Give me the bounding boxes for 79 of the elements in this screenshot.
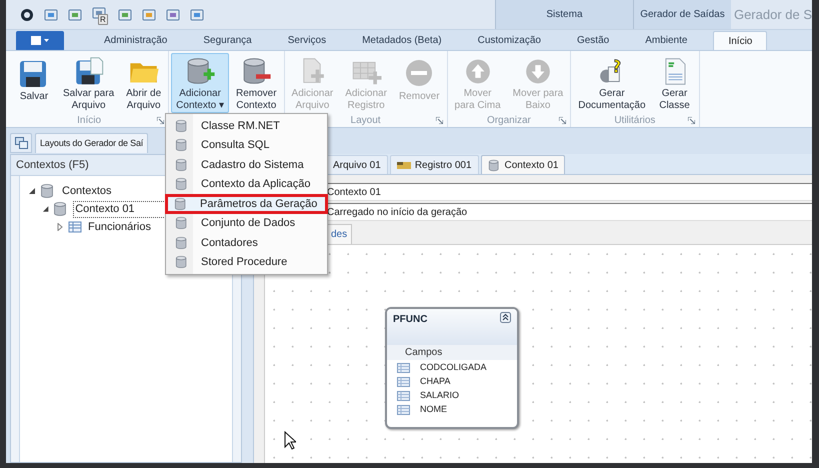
field-icon [397,391,410,401]
table-icon [68,220,82,234]
tree-item[interactable]: Contextos [60,182,117,200]
menu-item[interactable]: Stored Procedure [166,252,327,272]
entity-field: NOME [420,403,447,417]
field-icon [397,405,410,415]
ribbon-tab[interactable]: Metadados (Beta) [348,31,456,50]
record-icon [396,160,411,170]
ribbon-button[interactable]: Adicionar Contexto ▾ [171,53,229,113]
menu-item[interactable]: Parâmetros da Geração [165,194,328,214]
ribbon-group-label: Início [77,115,102,126]
database-icon [175,138,189,152]
editor-tab[interactable]: Registro 001 [390,155,479,174]
field-icon [397,377,410,387]
ribbon-tab[interactable]: Customização [464,31,555,50]
window-title: Gerador de S [732,6,812,24]
toolbar-icon[interactable] [190,8,204,22]
ribbon-tab[interactable]: Ambiente [631,31,702,50]
sub-tab[interactable]: des [326,224,352,244]
dialog-launcher-icon[interactable] [559,117,566,124]
database-icon [175,216,189,230]
dialog-launcher-icon[interactable] [436,117,443,124]
collapse-arrow-icon[interactable] [28,187,36,195]
windows-icon [14,137,28,149]
entity-card[interactable]: PFUNC Campos CODCOLIGADA CHAPA SALARIO NOME [385,307,519,429]
ribbon-tab[interactable]: Segurança [189,31,266,50]
mouse-cursor-icon [284,431,296,450]
database-icon [174,196,188,211]
ribbon-group-label: Layout [350,115,381,126]
menu-item[interactable]: Contadores [166,233,327,252]
entity-title: PFUNC [393,313,428,327]
field-icon [397,363,410,373]
entity-field: CHAPA [420,375,450,389]
ribbon-group-label: Utilitários [614,115,656,126]
database-icon [40,183,56,199]
ribbon-button[interactable]: Gerar Documentação [573,53,651,113]
database-icon [175,177,189,192]
tree-item[interactable]: Funcionários [86,218,156,236]
entity-field: SALARIO [420,389,460,403]
entity-field: CODCOLIGADA [420,361,487,375]
ribbon-button[interactable]: Abrir de Arquivo [121,53,166,113]
database-icon [175,236,189,250]
document-tab[interactable]: Layouts do Gerador de Saí [35,133,148,153]
menu-item[interactable]: Consulta SQL [166,136,327,155]
ribbon-tab[interactable]: Administração [90,31,182,50]
toolbar-icon[interactable] [44,8,58,22]
ribbon-tab[interactable]: Gestão [562,31,624,50]
database-icon [175,158,189,172]
editor-tab[interactable]: Arquivo 01 [326,155,388,174]
ribbon-tab[interactable]: Serviços [274,31,340,50]
dialog-launcher-icon[interactable] [688,117,695,124]
toolbar-badge: R [98,14,108,24]
ribbon-button[interactable]: Remover Contexto [230,53,282,113]
ribbon-button[interactable]: Salvar para Arquivo [58,53,120,113]
windows-button[interactable] [10,133,32,153]
menu-icon [31,36,49,45]
database-icon [175,255,189,270]
editor-tab[interactable]: Contexto 01 [480,155,566,174]
collapse-icon[interactable] [500,312,511,323]
database-icon [488,158,501,172]
ribbon-button[interactable]: Gerar Classe [652,53,697,113]
expand-arrow-icon[interactable] [56,223,64,231]
database-icon [175,118,189,133]
app-logo-icon [20,8,34,22]
toolbar-icon[interactable] [118,8,132,22]
application-menu-button[interactable] [16,31,64,50]
section-label: Campos [387,345,517,360]
ribbon-button[interactable]: Salvar [12,53,56,113]
menu-item[interactable]: Classe RM.NET [166,116,327,136]
collapse-arrow-icon[interactable] [42,205,50,213]
context-tab-group: Sistema [494,0,633,29]
ribbon-tab[interactable]: Início [713,31,768,50]
ribbon-group-label: Organizar [486,115,531,126]
menu-item[interactable]: Contexto da Aplicação [166,174,327,194]
toolbar-icon[interactable] [166,8,180,22]
toolbar-icon[interactable] [68,8,82,22]
toolbar-icon[interactable] [142,8,156,22]
context-tab-group: Gerador de Saídas [632,0,731,29]
dialog-launcher-icon[interactable] [157,117,164,124]
